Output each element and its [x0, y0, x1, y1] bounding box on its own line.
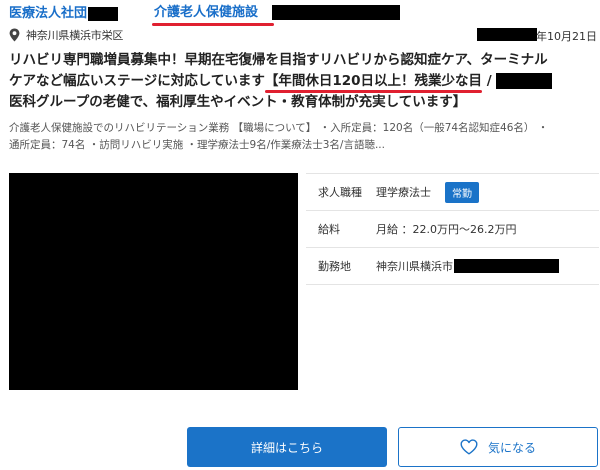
salary-row: 給料 月給 ：22.0万円〜26.2万円: [306, 211, 599, 248]
job-title-separator: /: [482, 73, 492, 89]
job-type-label: 求人職種: [318, 186, 362, 199]
facility-type-link[interactable]: 介護老人保健施設: [154, 4, 258, 22]
job-description-line-2: 通所定員：74名 ・訪問リハビリ実施 ・理学療法士9名/作業療法士3名/言語聴.…: [9, 139, 385, 151]
redacted-title-text: [495, 73, 552, 89]
map-pin-icon: [9, 28, 20, 42]
salary-label: 給料: [318, 223, 340, 236]
favorite-label: 気になる: [487, 440, 536, 455]
posted-date: 年10月21日: [536, 30, 597, 43]
job-title[interactable]: リハビリ専門職増員募集中！早期在宅復帰を目指すリハビリから認知症ケア、ターミナル…: [9, 50, 591, 113]
redacted-date-year: [477, 28, 537, 41]
job-type-row: 求人職種 理学療法士 常勤: [306, 174, 599, 211]
job-description-line-1: 介護老人保健施設でのリハビリテーション業務 【職場について】 ・入所定員：120…: [9, 122, 549, 134]
redacted-org-name: [88, 7, 119, 21]
salary-value: 月給 ：22.0万円〜26.2万円: [376, 223, 517, 236]
job-title-highlight: 【年間休日120日以上！残業少な目: [264, 71, 483, 93]
job-title-line-3: 医科グループの老健で、福利厚生やイベント・教育体制が充実しています】: [9, 94, 467, 110]
location-address: 神奈川県横浜市栄区: [26, 29, 124, 42]
redacted-workplace: [454, 259, 559, 273]
job-type-value: 理学療法士: [376, 186, 431, 199]
org-name[interactable]: 医療法人社団: [9, 5, 87, 23]
job-title-line-2: ケアなど幅広いステージに対応しています【年間休日120日以上！残業少な目 /: [9, 71, 591, 93]
redacted-facility-name: [272, 5, 400, 20]
workplace-label: 勤務地: [318, 260, 351, 273]
location-row: 神奈川県横浜市栄区: [9, 27, 123, 43]
favorite-button[interactable]: 気になる: [398, 427, 598, 467]
workplace-value-wrap: 神奈川県横浜市: [376, 258, 559, 274]
job-title-line-2-text: ケアなど幅広いステージに対応しています: [9, 73, 265, 89]
facility-photo[interactable]: [9, 173, 298, 390]
job-type-value-wrap: 理学療法士 常勤: [376, 181, 479, 203]
employment-type-badge: 常勤: [445, 181, 479, 203]
heart-icon: [460, 439, 478, 455]
detail-button[interactable]: 詳細はこちら: [187, 427, 387, 467]
job-info-table: 求人職種 理学療法士 常勤 給料 月給 ：22.0万円〜26.2万円 勤務地 神…: [306, 173, 599, 285]
workplace-value: 神奈川県横浜市: [376, 260, 453, 273]
workplace-row: 勤務地 神奈川県横浜市: [306, 248, 599, 285]
job-title-line-1: リハビリ専門職増員募集中！早期在宅復帰を目指すリハビリから認知症ケア、ターミナル: [9, 52, 548, 68]
job-description: 介護老人保健施設でのリハビリテーション業務 【職場について】 ・入所定員：120…: [9, 120, 591, 154]
org-header: 医療法人社団: [9, 4, 119, 24]
job-title-highlight-text: 【年間休日120日以上！残業少な目: [264, 73, 483, 89]
facility-type-underline: [152, 23, 274, 26]
